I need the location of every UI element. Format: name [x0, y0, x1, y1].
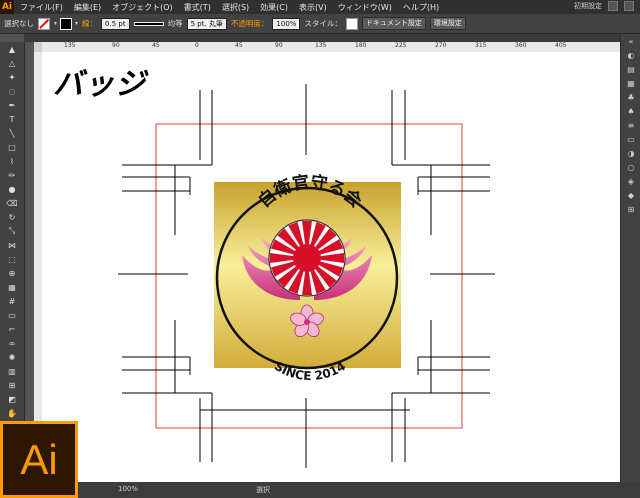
rising-sun-emblem — [268, 219, 346, 297]
status-bar: 100% 選択 — [0, 482, 640, 498]
illustrator-logo: Ai — [0, 421, 78, 498]
zoom-level[interactable]: 100% — [118, 485, 138, 493]
current-tool-status[interactable]: 選択 — [256, 485, 270, 495]
badge[interactable]: 自衛官守る会 SINCE 2014 — [214, 172, 401, 384]
artwork: 自衛官守る会 SINCE 2014 — [118, 84, 495, 468]
